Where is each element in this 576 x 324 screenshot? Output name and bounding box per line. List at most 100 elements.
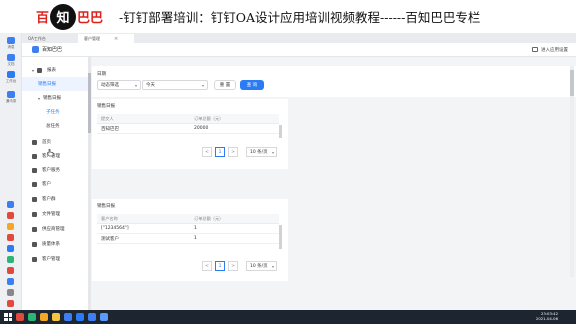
sidebar-item[interactable]: ▾ 销售日报 xyxy=(22,91,88,105)
sidebar-item[interactable]: 总任务 xyxy=(22,119,88,133)
left-dock: 消息 文档 工作台 通讯录 xyxy=(0,33,22,310)
chevron-down-icon: ▾ xyxy=(271,150,274,155)
dock-app-icon[interactable] xyxy=(7,278,14,285)
page-size-select[interactable]: 10 条/页 ▾ xyxy=(246,261,277,271)
chevron-down-icon: ▾ xyxy=(201,83,204,88)
sidebar-item[interactable]: 客户群 xyxy=(22,192,88,206)
table-cell: 1 xyxy=(194,236,197,241)
menu-icon xyxy=(32,196,37,202)
dock-app-icon[interactable] xyxy=(7,300,14,307)
os-taskbar: 23:03:42 2021-04-06 xyxy=(0,310,576,324)
dock-contacts[interactable]: 通讯录 xyxy=(3,91,19,105)
table-scrollbar[interactable] xyxy=(279,125,282,138)
table-row[interactable]: ["1234564"] 1 xyxy=(97,224,279,234)
sidebar-item[interactable]: 质量体系 xyxy=(22,237,88,251)
chevron-down-icon: ▾ xyxy=(134,83,137,88)
enter-settings-link[interactable]: 进入应用设置 xyxy=(532,47,568,53)
sidebar-item-label: 首页 xyxy=(42,140,51,145)
query-button[interactable]: 查 询 xyxy=(240,80,264,90)
dock-app-icon[interactable] xyxy=(7,223,14,230)
dock-app-icon[interactable] xyxy=(7,267,14,274)
system-clock[interactable]: 23:03:42 2021-04-06 xyxy=(536,311,558,321)
table-row[interactable]: 测试客户 1 xyxy=(97,234,279,244)
video-banner: 百 知 巴巴 -钉钉部署培训：钉钉OA设计应用培训视频教程------百知巴巴专… xyxy=(0,0,576,33)
windows-start-icon[interactable] xyxy=(4,313,12,321)
dock-message[interactable]: 消息 xyxy=(3,37,19,51)
sidebar-item[interactable]: 客户管理 xyxy=(22,252,88,266)
dock-app-icon[interactable] xyxy=(7,245,14,252)
sidebar-item[interactable]: 子任务 xyxy=(22,105,88,119)
page-number-button[interactable]: 1 xyxy=(215,147,225,157)
dock-document[interactable]: 文档 xyxy=(3,54,19,68)
table-row[interactable]: 百知巴巴 20000 xyxy=(97,124,279,134)
browser-icon[interactable] xyxy=(16,313,24,321)
reset-button[interactable]: 重 置 xyxy=(214,80,236,90)
sidebar-item-label: 质量体系 xyxy=(42,242,60,247)
app-logo-icon xyxy=(32,46,39,53)
sidebar-item[interactable]: 客户服务 xyxy=(22,163,88,177)
filter-mode-value: 动态筛选 xyxy=(101,83,119,88)
message-icon xyxy=(7,37,15,44)
chrome-icon[interactable] xyxy=(40,313,48,321)
monitor-icon xyxy=(532,47,538,52)
column-header: 订单总额（元） xyxy=(194,215,224,221)
tab-oa-workbench[interactable]: OA工作台 xyxy=(22,34,76,43)
dock-workbench[interactable]: 工作台 xyxy=(3,71,19,85)
next-page-button[interactable]: > xyxy=(228,147,238,157)
menu-icon xyxy=(32,167,37,173)
prev-page-button[interactable]: < xyxy=(202,261,212,271)
main-scroll-thumb[interactable] xyxy=(570,70,574,96)
menu-icon xyxy=(32,241,37,247)
dock-app-icon[interactable] xyxy=(7,234,14,241)
column-header: 订单总额（元） xyxy=(194,115,224,121)
sidebar-item-label: 文件管理 xyxy=(42,212,60,217)
app-icon[interactable] xyxy=(76,313,84,321)
table-cell: 测试客户 xyxy=(101,236,119,242)
dock-app-icon[interactable] xyxy=(7,256,14,263)
sidebar-item[interactable]: ▾ 报表 xyxy=(22,63,88,77)
sidebar-item-label: 销售日报 xyxy=(43,96,62,101)
sidebar-item[interactable]: 客户管理 xyxy=(22,149,88,163)
sidebar-item-label: 总任务 xyxy=(46,124,60,129)
main-scrollbar[interactable] xyxy=(570,66,574,277)
dock-app-icon[interactable] xyxy=(7,289,14,296)
app-header: 百知巴巴 进入应用设置 xyxy=(22,43,576,57)
date-range-select[interactable]: 今天 ▾ xyxy=(142,80,208,90)
app-icon[interactable] xyxy=(88,313,96,321)
sidebar-item[interactable]: 供应商管理 xyxy=(22,222,88,236)
enter-settings-label: 进入应用设置 xyxy=(541,47,568,53)
app-icon[interactable] xyxy=(64,313,72,321)
table-scrollbar[interactable] xyxy=(279,225,282,249)
sidebar-item-label: 子任务 xyxy=(46,110,60,115)
filter-mode-select[interactable]: 动态筛选 ▾ xyxy=(97,80,141,90)
date-range-value: 今天 xyxy=(146,83,155,88)
tab-customer-management[interactable]: 客户管理 × xyxy=(78,34,134,43)
sidebar-item[interactable]: 首页 xyxy=(22,135,88,149)
app-icon[interactable] xyxy=(100,313,108,321)
sidebar-item[interactable]: 客户 xyxy=(22,177,88,191)
window-tabs: OA工作台 客户管理 × xyxy=(22,33,576,43)
dock-label: 消息 xyxy=(7,45,15,49)
page-size-select[interactable]: 10 条/页 ▾ xyxy=(246,147,277,157)
menu-icon xyxy=(32,211,37,217)
table-cell: 百知巴巴 xyxy=(101,126,119,132)
sidebar-item[interactable]: 销售日报 xyxy=(22,77,88,91)
sidebar-scroll-thumb[interactable] xyxy=(88,73,91,133)
chrome-icon[interactable] xyxy=(28,313,36,321)
dock-app-icon[interactable] xyxy=(7,212,14,219)
brand-circle: 知 xyxy=(50,3,77,30)
menu-icon xyxy=(32,139,37,145)
page-number-button[interactable]: 1 xyxy=(215,261,225,271)
dock-label: 工作台 xyxy=(5,79,17,83)
sidebar-item[interactable]: 文件管理 xyxy=(22,207,88,221)
next-page-button[interactable]: > xyxy=(228,261,238,271)
menu-icon xyxy=(32,181,37,187)
close-icon[interactable]: × xyxy=(114,36,118,42)
folder-icon[interactable] xyxy=(52,313,60,321)
sidebar-item-label: 供应商管理 xyxy=(42,227,65,232)
dock-app-icon[interactable] xyxy=(7,201,14,208)
brand-part1: 百 xyxy=(36,11,50,26)
hand-cursor-icon xyxy=(47,149,54,157)
prev-page-button[interactable]: < xyxy=(202,147,212,157)
sidebar-item-label: 客户服务 xyxy=(42,168,60,173)
